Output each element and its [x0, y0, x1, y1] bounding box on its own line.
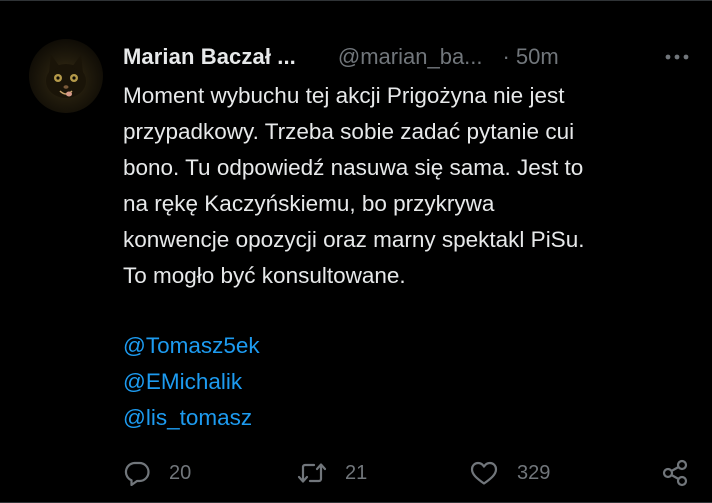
- share-button[interactable]: [660, 453, 690, 493]
- separator-dot: ·: [502, 44, 510, 69]
- reply-button[interactable]: 20: [123, 453, 191, 493]
- tweet-actions: 20 21 329: [0, 453, 712, 493]
- author-handle[interactable]: @marian_ba...: [338, 44, 483, 70]
- avatar[interactable]: [29, 39, 103, 113]
- retweet-count: 21: [345, 461, 368, 484]
- heart-icon: [469, 460, 499, 486]
- tweet-text-line: konwencje opozycji oraz marny spektakl P…: [123, 227, 585, 252]
- reply-count: 20: [169, 461, 192, 484]
- retweet-button[interactable]: 21: [297, 453, 367, 493]
- more-horizontal-icon[interactable]: [664, 47, 690, 67]
- author-display-name[interactable]: Marian Baczał ...: [123, 44, 296, 70]
- avatar-cat-photo: [46, 55, 86, 98]
- reply-bubble-icon: [123, 460, 151, 486]
- mention-link[interactable]: @EMichalik: [123, 364, 260, 400]
- tweet-text-line: przypadkowy. Trzeba sobie zadać pytanie …: [123, 119, 575, 144]
- tweet-text-line: To mogło być konsultowane.: [123, 263, 406, 288]
- like-button[interactable]: 329: [469, 453, 550, 493]
- mention-link[interactable]: @lis_tomasz: [123, 400, 260, 436]
- tweet-text-line: Moment wybuchu tej akcji Prigożyna nie j…: [123, 83, 565, 108]
- tweet-text: Moment wybuchu tej akcji Prigożyna nie j…: [123, 78, 693, 294]
- mention-link[interactable]: @Tomasz5ek: [123, 328, 260, 364]
- tweet-text-line: bono. Tu odpowiedź nasuwa się sama. Jest…: [123, 155, 584, 180]
- tweet[interactable]: Marian Baczał ... @marian_ba... · 50m Mo…: [0, 0, 712, 503]
- share-nodes-icon: [660, 458, 690, 488]
- mentions-list: @Tomasz5ek @EMichalik @lis_tomasz: [123, 328, 260, 436]
- retweet-arrows-icon: [297, 461, 327, 485]
- like-count: 329: [517, 461, 551, 484]
- tweet-text-line: na rękę Kaczyńskiemu, bo przykrywa: [123, 191, 495, 216]
- timestamp[interactable]: 50m: [516, 44, 559, 70]
- tweet-header: Marian Baczał ... @marian_ba... · 50m: [123, 41, 693, 73]
